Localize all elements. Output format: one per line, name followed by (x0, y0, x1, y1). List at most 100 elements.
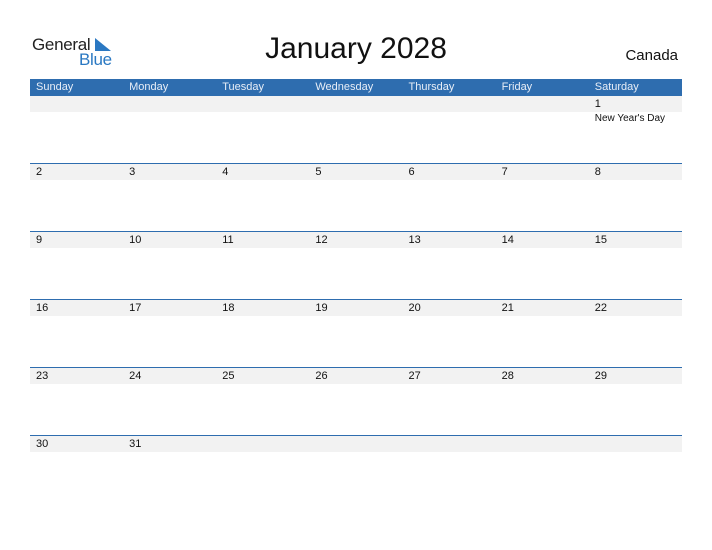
day-cell: 9 (30, 232, 123, 248)
country-label: Canada (625, 47, 678, 64)
day-cell: 27 (403, 368, 496, 384)
day-cell: 21 (496, 300, 589, 316)
day-cell (589, 436, 682, 452)
day-number (409, 96, 496, 112)
day-number: 1 (594, 98, 601, 110)
weekday-monday: Monday (129, 81, 169, 93)
day-cell: 5 (309, 164, 402, 180)
day-number: 31 (129, 438, 142, 450)
day-number: 23 (36, 370, 49, 382)
day-cell: 14 (496, 232, 589, 248)
day-number: 6 (408, 166, 415, 178)
day-number: 13 (408, 234, 421, 246)
day-cell: 11 (216, 232, 309, 248)
week-row: 16 17 18 19 20 21 22 (30, 299, 682, 367)
day-number: 30 (36, 438, 49, 450)
day-cell: 6 (403, 164, 496, 180)
weekday-tuesday: Tuesday (222, 81, 265, 93)
day-cell: 31 (123, 436, 216, 452)
holiday-label: New Year's Day (594, 113, 666, 124)
day-number: 26 (315, 370, 328, 382)
day-cell: 16 (30, 300, 123, 316)
weekday-sunday: Sunday (36, 81, 74, 93)
week-row: 2 3 4 5 6 7 8 (30, 163, 682, 231)
day-cell: 25 (216, 368, 309, 384)
day-cell (309, 96, 402, 124)
day-number (595, 436, 682, 452)
day-number (315, 96, 402, 112)
day-cell: 8 (589, 164, 682, 180)
day-cell: 12 (309, 232, 402, 248)
day-cell: 3 (123, 164, 216, 180)
day-number: 9 (36, 234, 43, 246)
day-number: 20 (408, 302, 421, 314)
day-cell (216, 96, 309, 124)
day-cell (496, 96, 589, 124)
day-cell (216, 436, 309, 452)
day-number: 19 (315, 302, 328, 314)
day-cell: 7 (496, 164, 589, 180)
day-number: 12 (315, 234, 328, 246)
day-cell: 19 (309, 300, 402, 316)
day-number: 24 (129, 370, 142, 382)
day-number: 4 (222, 166, 229, 178)
day-number: 7 (501, 166, 508, 178)
day-cell: 15 (589, 232, 682, 248)
day-number (409, 436, 496, 452)
day-cell (30, 96, 123, 124)
weeks-container: 1 New Year's Day 2 3 4 5 6 7 8 9 10 11 12 13 14 15 16 17 1… (30, 96, 682, 503)
weekday-friday: Friday (501, 81, 533, 93)
day-cell: 26 (309, 368, 402, 384)
day-cell: 30 (30, 436, 123, 452)
day-number: 15 (594, 234, 607, 246)
day-cell: 10 (123, 232, 216, 248)
day-number: 17 (129, 302, 142, 314)
day-number: 21 (501, 302, 514, 314)
day-number (36, 96, 123, 112)
day-number (222, 436, 309, 452)
week-row: 23 24 25 26 27 28 29 (30, 367, 682, 435)
day-cell (496, 436, 589, 452)
day-number: 2 (36, 166, 43, 178)
day-cell: 28 (496, 368, 589, 384)
day-cell: 1 New Year's Day (589, 96, 682, 124)
day-cell: 20 (403, 300, 496, 316)
day-number: 14 (501, 234, 514, 246)
week-row: 1 New Year's Day (30, 96, 682, 163)
day-number (502, 436, 589, 452)
day-cell: 17 (123, 300, 216, 316)
weekday-saturday: Saturday (594, 81, 639, 93)
calendar-grid: Sunday Monday Tuesday Wednesday Thursday… (30, 79, 682, 503)
page-title: January 2028 (265, 32, 447, 65)
day-number: 3 (129, 166, 136, 178)
weekday-wednesday: Wednesday (315, 81, 374, 93)
day-number: 27 (408, 370, 421, 382)
weekday-header: Sunday Monday Tuesday Wednesday Thursday… (30, 79, 682, 96)
day-cell: 23 (30, 368, 123, 384)
day-cell: 29 (589, 368, 682, 384)
week-row: 9 10 11 12 13 14 15 (30, 231, 682, 299)
day-number (315, 436, 402, 452)
weekday-thursday: Thursday (408, 81, 455, 93)
day-number: 22 (594, 302, 607, 314)
day-cell (403, 436, 496, 452)
day-number: 18 (222, 302, 235, 314)
day-number: 10 (129, 234, 142, 246)
day-cell: 24 (123, 368, 216, 384)
day-number (222, 96, 309, 112)
week-row: 30 31 (30, 435, 682, 503)
day-number: 5 (315, 166, 322, 178)
day-number: 29 (594, 370, 607, 382)
day-cell (403, 96, 496, 124)
day-number (129, 96, 216, 112)
day-number: 8 (594, 166, 601, 178)
day-cell: 18 (216, 300, 309, 316)
day-cell (309, 436, 402, 452)
day-cell: 2 (30, 164, 123, 180)
day-cell: 22 (589, 300, 682, 316)
day-number: 25 (222, 370, 235, 382)
day-number: 28 (501, 370, 514, 382)
day-cell: 13 (403, 232, 496, 248)
day-number (502, 96, 589, 112)
day-cell (123, 96, 216, 124)
